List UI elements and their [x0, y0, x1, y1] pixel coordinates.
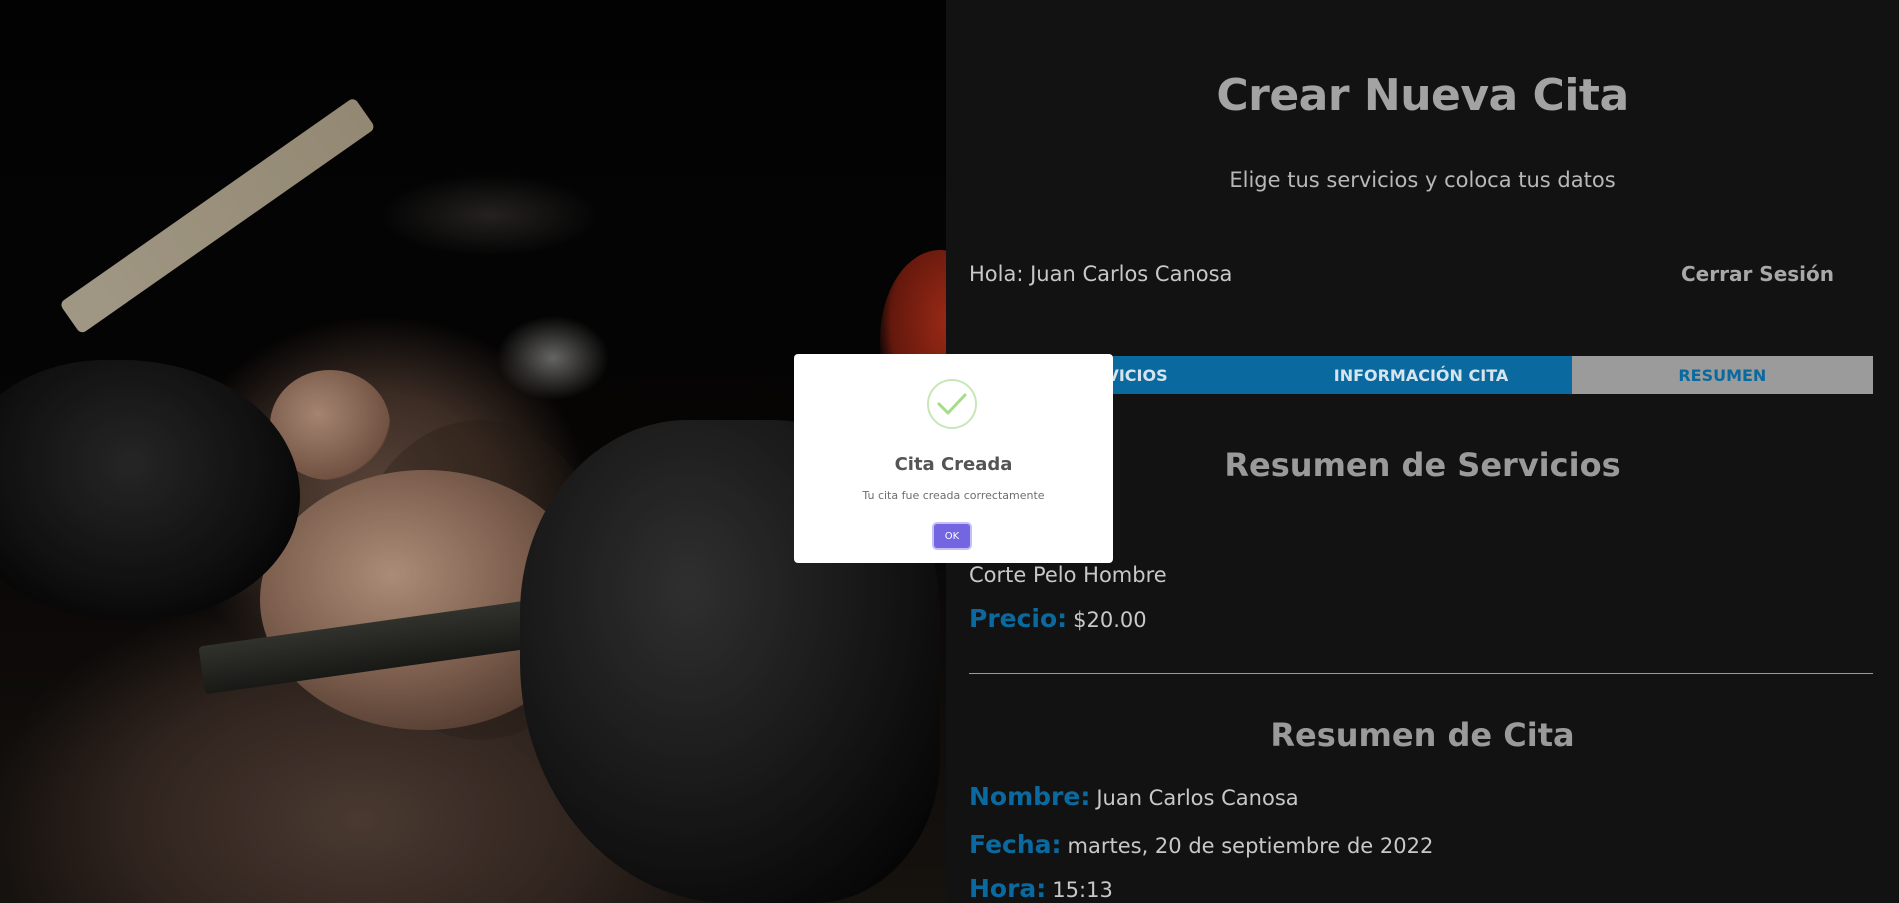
- ok-button[interactable]: OK: [934, 524, 970, 548]
- user-greeting: Hola: Juan Carlos Canosa: [969, 262, 1233, 286]
- name-value: Juan Carlos Canosa: [1096, 786, 1299, 810]
- price-label: Precio:: [969, 604, 1068, 633]
- name-label: Nombre:: [969, 782, 1091, 811]
- appointment-summary-title: Resumen de Cita: [1270, 716, 1575, 754]
- success-dialog: Cita Creada Tu cita fue creada correctam…: [794, 354, 1113, 563]
- price-value: $20.00: [1073, 608, 1147, 632]
- price-row: Precio: $20.00: [969, 604, 1147, 633]
- date-label: Fecha:: [969, 830, 1062, 859]
- tab-resumen[interactable]: RESUMEN: [1571, 356, 1873, 394]
- dialog-message: Tu cita fue creada correctamente: [862, 489, 1045, 502]
- page-subtitle: Elige tus servicios y coloca tus datos: [1229, 168, 1616, 192]
- logout-link[interactable]: Cerrar Sesión: [1681, 262, 1834, 286]
- time-value: 15:13: [1052, 878, 1113, 902]
- page-title: Crear Nueva Cita: [1216, 70, 1629, 121]
- tab-informacion-cita[interactable]: INFORMACIÓN CITA: [1270, 356, 1572, 394]
- time-row: Hora: 15:13: [969, 874, 1113, 903]
- name-row: Nombre: Juan Carlos Canosa: [969, 782, 1299, 811]
- dialog-title: Cita Creada: [894, 454, 1013, 475]
- service-name: Corte Pelo Hombre: [969, 563, 1167, 587]
- date-row: Fecha: martes, 20 de septiembre de 2022: [969, 830, 1433, 859]
- success-check-icon: [927, 379, 977, 429]
- date-value: martes, 20 de septiembre de 2022: [1067, 834, 1434, 858]
- section-divider: [969, 673, 1873, 674]
- time-label: Hora:: [969, 874, 1047, 903]
